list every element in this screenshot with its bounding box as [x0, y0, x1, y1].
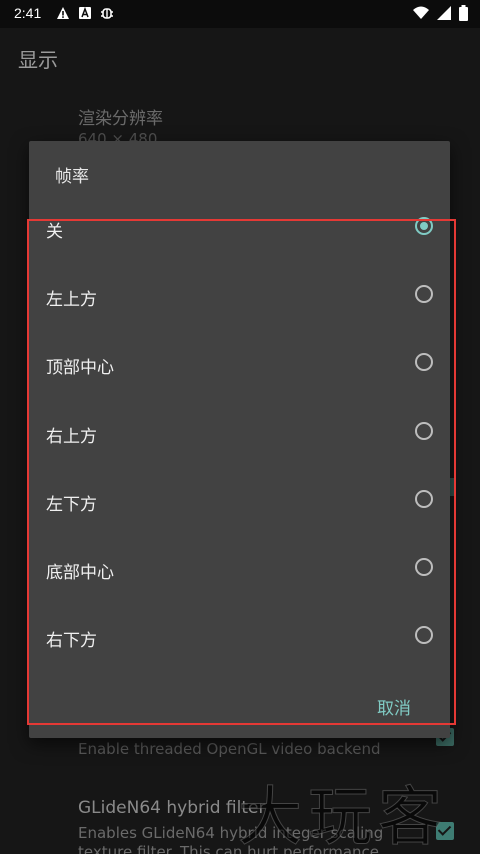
- option-top-center[interactable]: 顶部中心: [29, 330, 450, 398]
- radio-icon[interactable]: [415, 490, 433, 508]
- option-top-left[interactable]: 左上方: [29, 262, 450, 330]
- option-bottom-left[interactable]: 左下方: [29, 467, 450, 535]
- option-label: 顶部中心: [46, 358, 114, 378]
- radio-selected-icon[interactable]: [415, 217, 433, 235]
- option-top-right[interactable]: 右上方: [29, 399, 450, 467]
- screen: 2:41 显示 渲染分辨率 640 × 480 Enable threaded …: [0, 0, 480, 854]
- wifi-icon: [413, 6, 429, 19]
- option-bottom-right[interactable]: 右下方: [29, 603, 450, 671]
- status-icons-left: [56, 5, 114, 21]
- radio-icon[interactable]: [415, 285, 433, 303]
- radio-icon[interactable]: [415, 422, 433, 440]
- option-label: 底部中心: [46, 563, 114, 583]
- cancel-button[interactable]: 取消: [377, 694, 411, 719]
- radio-icon[interactable]: [415, 626, 433, 644]
- setting-resolution-title[interactable]: 渲染分辨率: [78, 104, 163, 129]
- signal-icon: [437, 6, 451, 20]
- option-label: 左下方: [46, 495, 97, 515]
- dialog-title: 帧率: [55, 167, 89, 187]
- option-label: 关: [46, 222, 63, 242]
- page-title: 显示: [18, 48, 58, 72]
- framerate-dialog: 帧率 关 左上方 顶部中心 右上方 左下方 底部中心 右下方 取消: [29, 141, 450, 738]
- setting-threaded-description: Enable threaded OpenGL video backend: [78, 740, 381, 758]
- warning-icon: [57, 7, 69, 19]
- option-bottom-center[interactable]: 底部中心: [29, 535, 450, 603]
- radio-icon[interactable]: [415, 558, 433, 576]
- battery-icon: [459, 5, 468, 21]
- app-bar: 显示: [0, 28, 480, 84]
- status-icons-right: [413, 5, 468, 21]
- option-off[interactable]: 关: [29, 194, 450, 262]
- status-bar: 2:41: [0, 0, 480, 28]
- watermark: 大玩客: [238, 781, 448, 854]
- option-label: 右上方: [46, 427, 97, 447]
- option-label: 左上方: [46, 290, 97, 310]
- option-label: 右下方: [46, 631, 97, 651]
- status-time: 2:41: [14, 5, 42, 21]
- a-badge-icon: [79, 6, 91, 19]
- radio-icon[interactable]: [415, 353, 433, 371]
- bug-icon: [101, 8, 113, 19]
